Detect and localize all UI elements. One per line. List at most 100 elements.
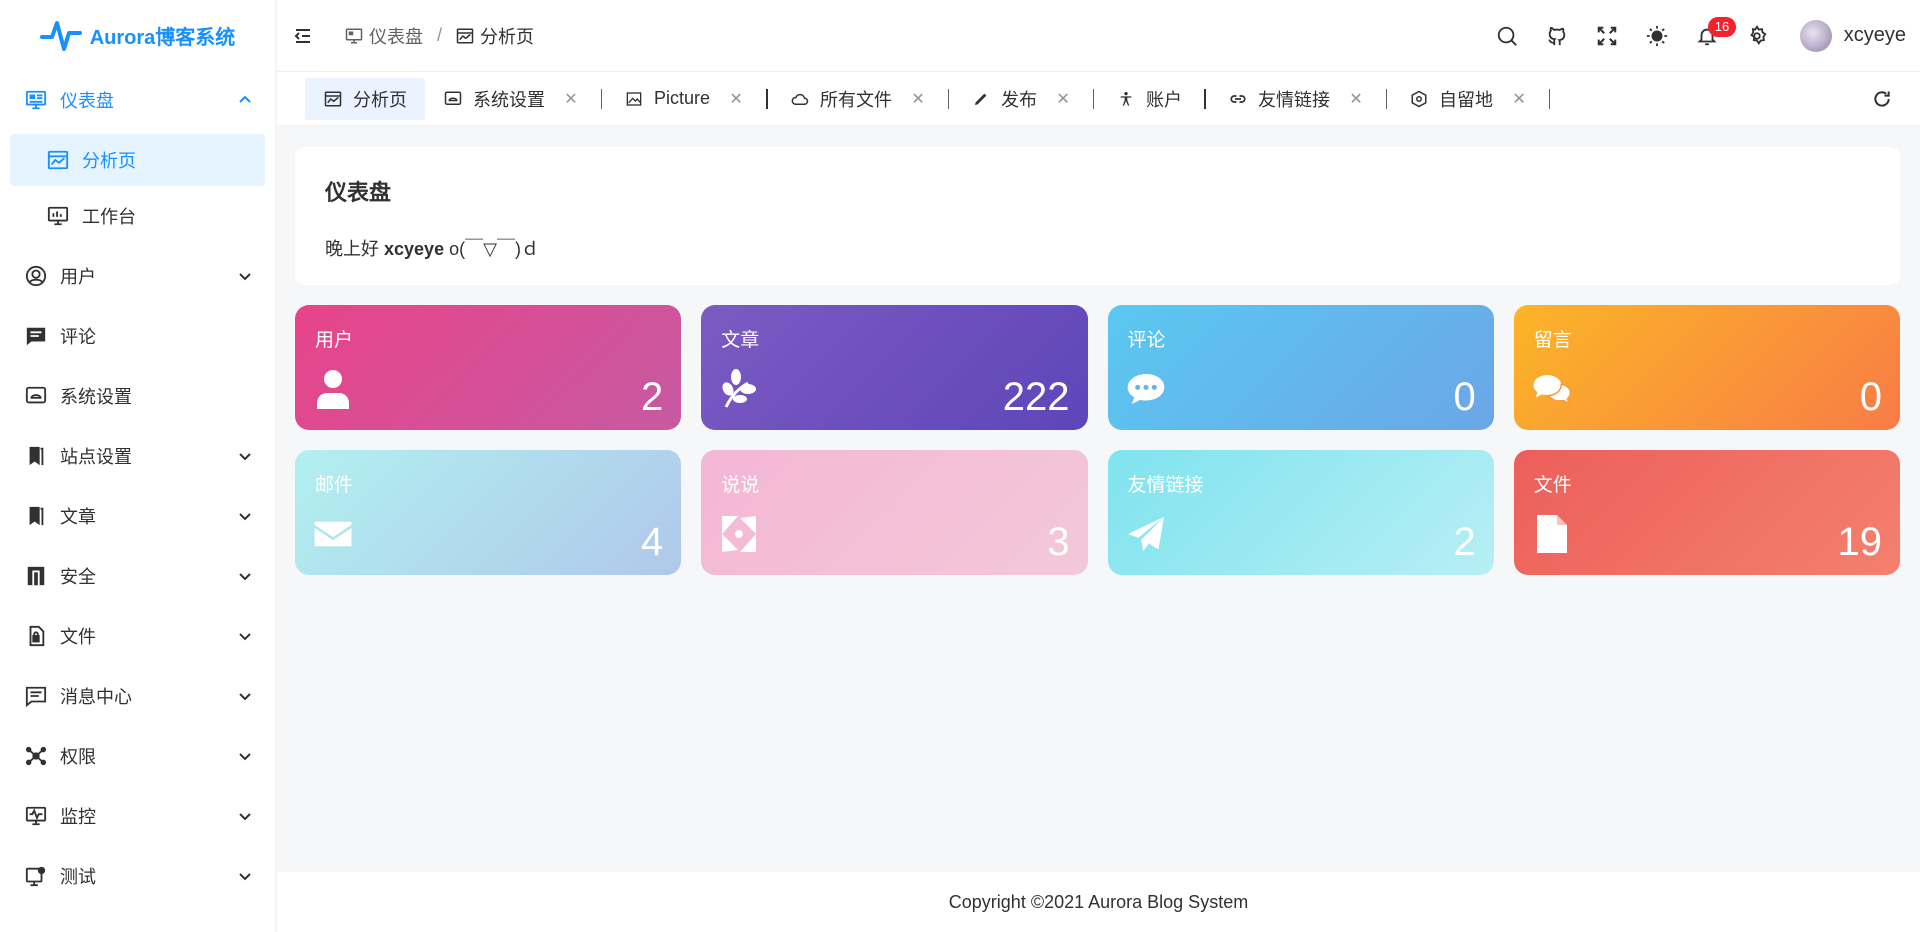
tab-analysis[interactable]: 分析页 [305,77,425,120]
logo-pulse-icon [39,21,82,51]
stat-card-files[interactable]: 文件 19 [1513,450,1900,575]
sidebar-item-files[interactable]: 文件 [0,606,275,666]
tab-close-icon[interactable]: ✕ [1348,89,1364,109]
analysis-icon [46,148,70,172]
file-icon [1532,514,1572,554]
tab-label: 所有文件 [820,89,893,110]
greeting: 晚上好 [325,239,379,259]
stat-value: 0 [1859,375,1882,419]
user-circle-icon [24,264,48,288]
tab-account[interactable]: 账户 [1098,78,1200,120]
stat-card-users[interactable]: 用户 2 [295,305,682,430]
tab-label: Picture [654,88,711,108]
sidebar: Aurora博客系统 仪表盘 分析页 工作台 用户 评论 系统设置 站点设置 文… [0,0,276,932]
breadcrumb-item-analysis[interactable]: 分析页 [456,23,534,49]
fullscreen-icon[interactable] [1582,11,1632,61]
sidebar-item-label: 监控 [60,807,96,827]
breadcrumb-item-dashboard[interactable]: 仪表盘 [345,23,423,49]
tab-close-icon[interactable]: ✕ [1055,89,1071,109]
stat-value: 222 [1002,375,1070,419]
stat-title: 文件 [1533,475,1572,496]
hexagon-icon [1409,89,1429,109]
sidebar-item-dashboard[interactable]: 仪表盘 [0,70,275,130]
sidebar-item-comments[interactable]: 评论 [0,306,275,366]
dashboard-icon [24,88,48,112]
tab-private-land[interactable]: 自留地 ✕ [1391,78,1545,120]
tab-close-icon[interactable]: ✕ [1511,89,1527,109]
tab-divider [601,88,602,109]
tab-close-icon[interactable]: ✕ [728,89,744,109]
stat-card-comments[interactable]: 评论 0 [1107,305,1494,430]
workbench-icon [46,204,70,228]
stat-title: 留言 [1533,330,1572,351]
stat-card-articles[interactable]: 文章 222 [701,305,1088,430]
sidebar-item-system-settings[interactable]: 系统设置 [0,366,275,426]
sidebar-subitem-workbench[interactable]: 工作台 [10,190,265,242]
sidebar-item-label: 系统设置 [60,387,132,407]
sidebar-item-label: 安全 [60,567,96,587]
tab-all-files[interactable]: 所有文件 ✕ [772,78,944,120]
chevron-down-icon [239,573,251,581]
tab-publish[interactable]: 发布 ✕ [953,78,1089,120]
stat-value: 19 [1837,520,1883,564]
search-icon[interactable] [1482,11,1532,61]
sidebar-item-permissions[interactable]: 权限 [0,726,275,786]
theme-icon[interactable] [1632,11,1682,61]
picture-icon [624,89,644,109]
comment-bubble-icon [1126,369,1166,409]
stats-grid: 用户 2 文章 222 评论 0 留言 0 邮件 4 说说 3 友情链接 2 文… [295,305,1900,575]
stat-title: 文章 [721,330,760,351]
user-menu[interactable]: xcyeye [1799,19,1906,52]
stat-card-mail[interactable]: 邮件 4 [295,450,682,575]
tab-picture[interactable]: Picture ✕ [606,78,762,120]
tab-close-icon[interactable]: ✕ [563,89,579,109]
sidebar-item-label: 权限 [60,747,96,767]
sidebar-item-test[interactable]: 测试 [0,846,275,906]
breadcrumb-label: 分析页 [480,26,535,47]
sidebar-item-site-settings[interactable]: 站点设置 [0,426,275,486]
github-icon[interactable] [1532,11,1582,61]
tab-close-icon[interactable]: ✕ [910,89,926,109]
sidebar-item-label: 文章 [60,507,96,527]
chevron-down-icon [239,633,251,641]
sidebar-item-message-center[interactable]: 消息中心 [0,666,275,726]
page-title: 仪表盘 [325,180,392,205]
settings-icon[interactable] [1732,11,1782,61]
security-icon [24,564,48,588]
stat-card-talk[interactable]: 说说 3 [701,450,1088,575]
main-content: 仪表盘 晚上好 xcyeye o(￣▽￣)ｄ 用户 2 文章 222 评论 0 … [277,127,1920,872]
analysis-icon [456,28,474,43]
chevron-down-icon [239,273,251,281]
sidebar-item-label: 文件 [60,627,96,647]
tab-divider [1204,88,1207,109]
stat-title: 用户 [315,330,354,351]
breadcrumb-label: 仪表盘 [369,26,423,47]
stat-card-links[interactable]: 友情链接 2 [1107,450,1494,575]
avatar [1799,19,1832,52]
user-icon [313,369,353,409]
stat-value: 2 [1453,520,1476,564]
sidebar-item-articles[interactable]: 文章 [0,486,275,546]
stat-card-messages[interactable]: 留言 0 [1513,305,1900,430]
emoticon: o(￣▽￣)ｄ [449,239,539,259]
tab-friend-links[interactable]: 友情链接 ✕ [1210,78,1382,120]
envelope-icon [313,514,353,554]
tab-divider [1386,88,1388,109]
tab-divider [1549,88,1551,109]
breadcrumb-separator: / [437,25,443,45]
stat-title: 友情链接 [1127,475,1204,496]
menu-collapse-icon[interactable] [291,24,315,48]
refresh-icon[interactable] [1870,87,1894,111]
app-logo[interactable]: Aurora博客系统 [0,0,275,70]
sidebar-subitem-analysis[interactable]: 分析页 [10,134,265,186]
pinwheel-icon [719,514,759,554]
sidebar-item-monitor[interactable]: 监控 [0,786,275,846]
tab-system-settings[interactable]: 系统设置 ✕ [425,78,597,120]
bell-icon[interactable]: 16 [1682,11,1737,61]
stat-title: 邮件 [315,475,354,496]
sidebar-subitem-label: 工作台 [82,207,136,227]
stat-title: 说说 [721,475,760,496]
sidebar-item-users[interactable]: 用户 [0,246,275,306]
sidebar-item-security[interactable]: 安全 [0,546,275,606]
chevron-down-icon [239,753,251,761]
